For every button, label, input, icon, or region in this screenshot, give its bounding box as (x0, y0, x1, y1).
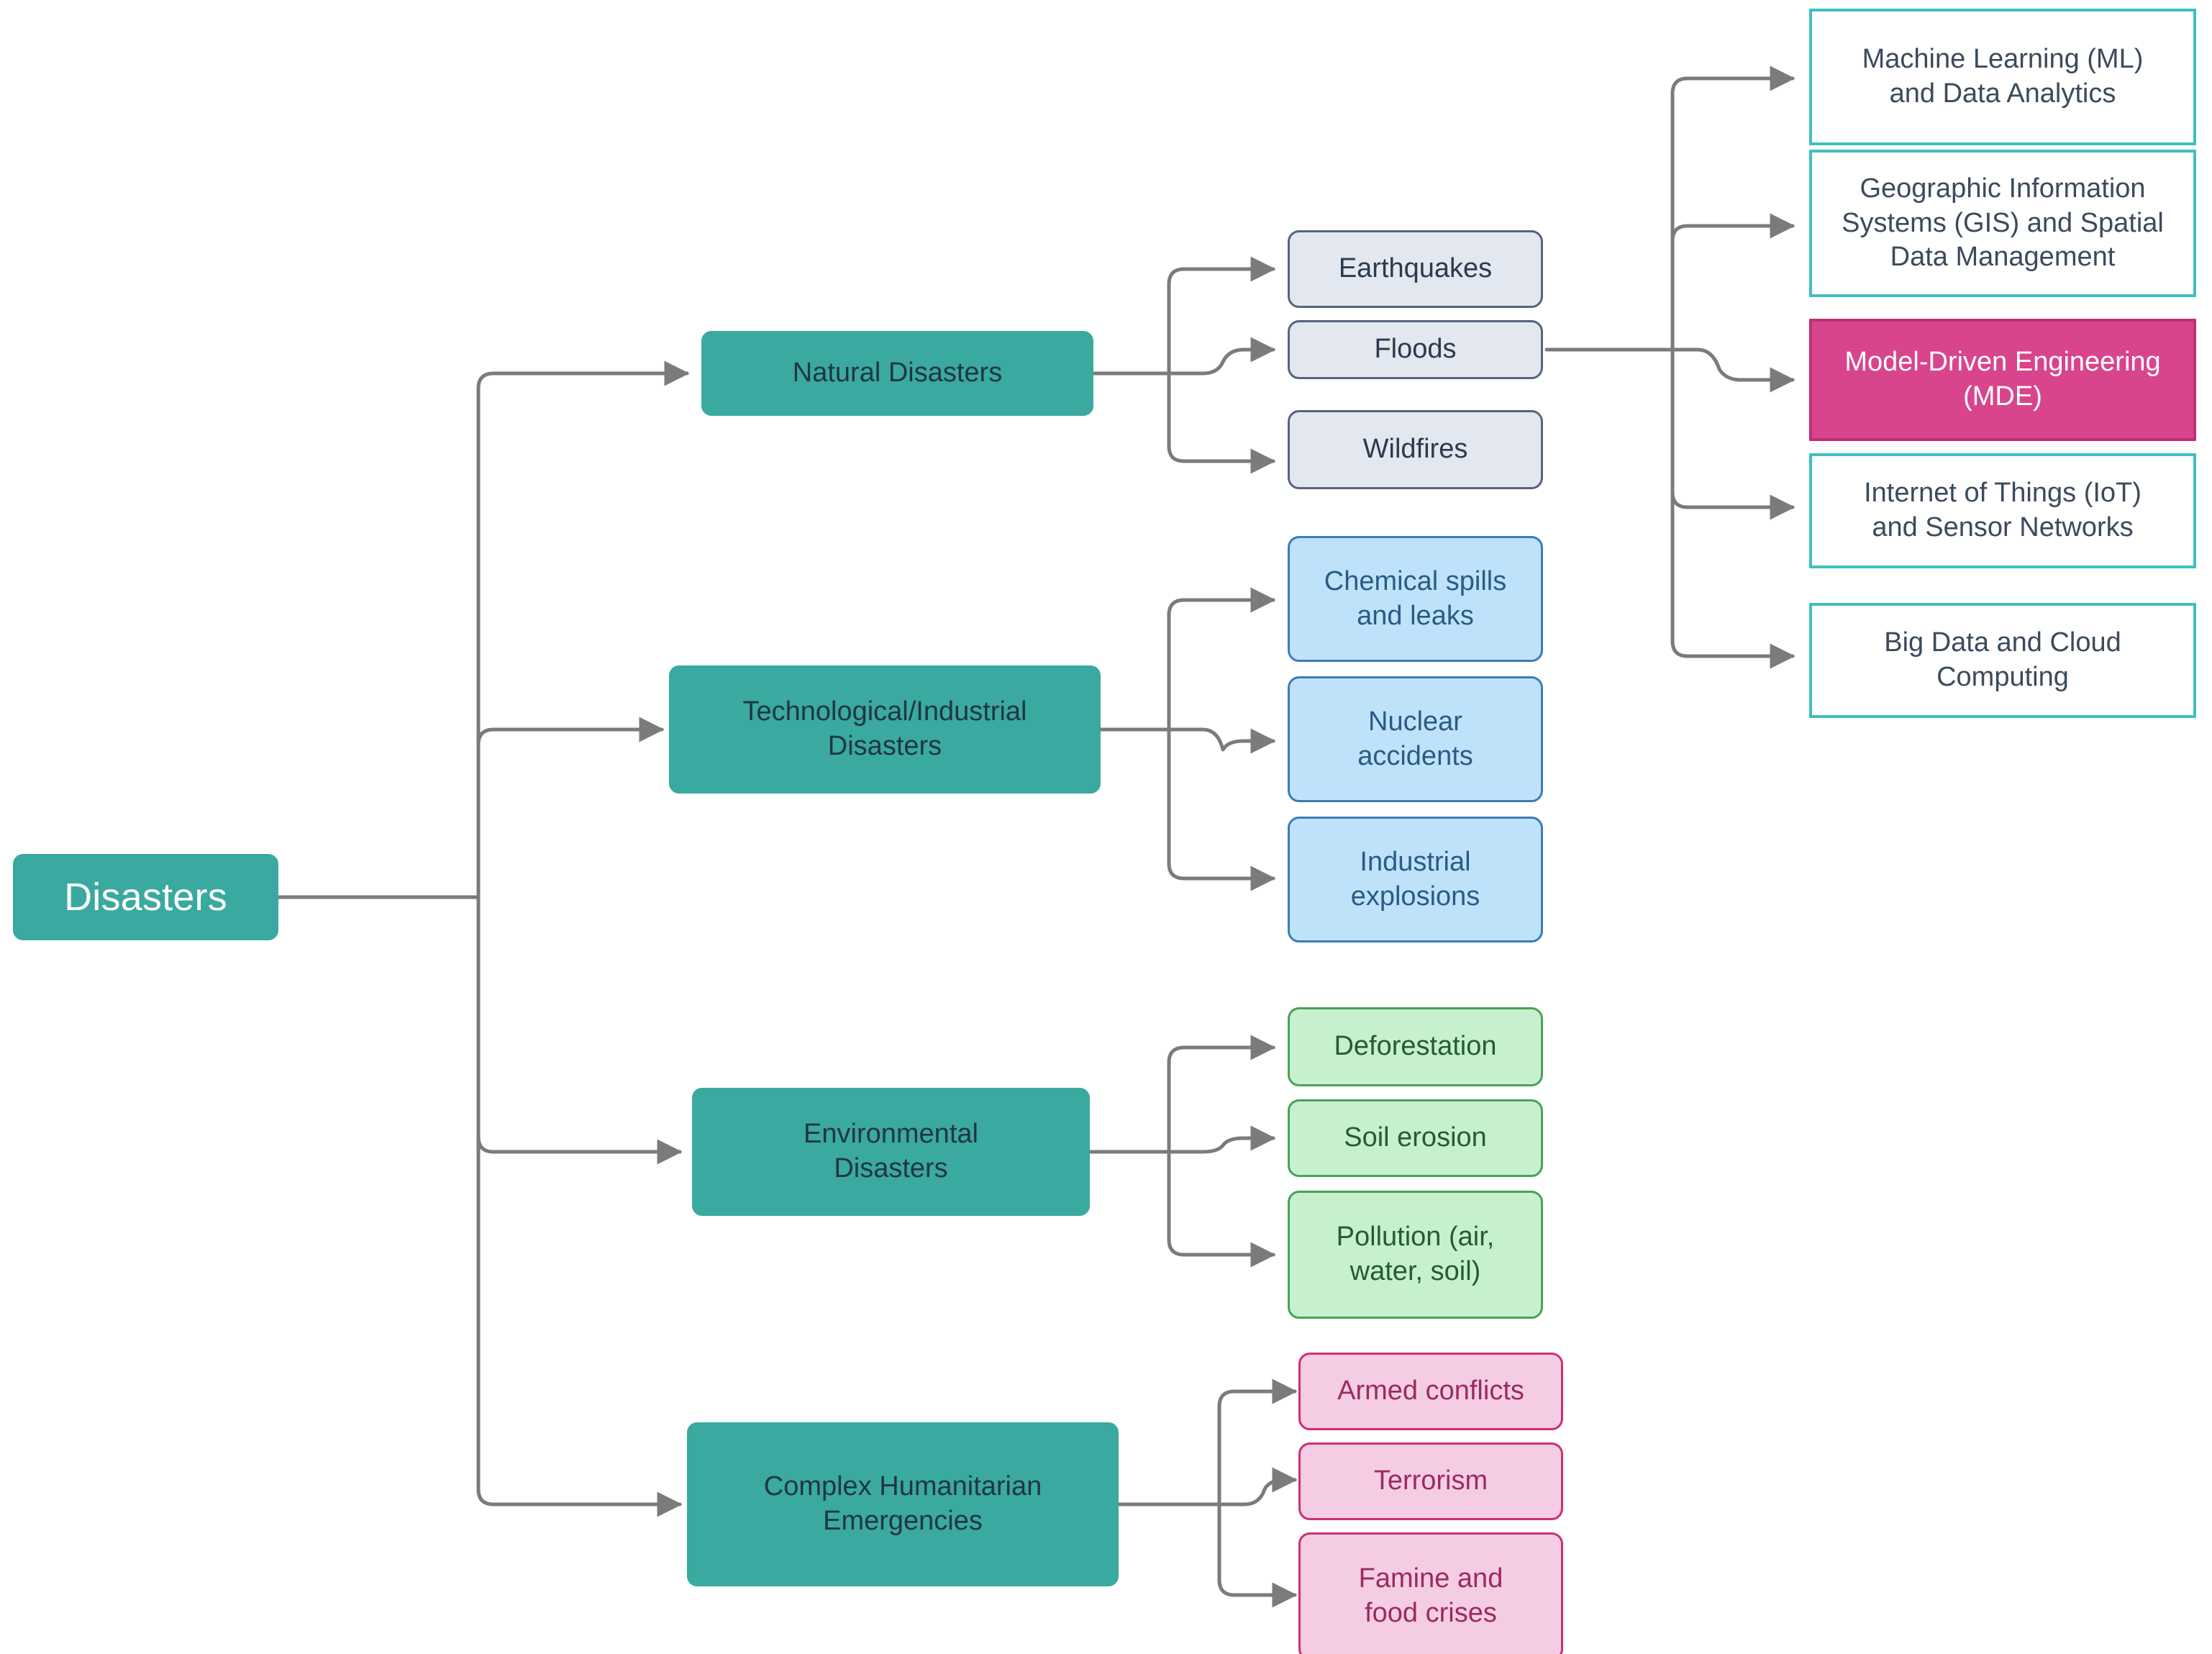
node-label: Famine and food crises (1358, 1563, 1503, 1628)
edge-tech-to-mde (1656, 347, 1795, 393)
node-leaf-famine-and-food-crises[interactable]: Famine and food crises (1298, 1532, 1563, 1654)
edge-root-to-natural (462, 360, 690, 899)
edge-technological-to-chemical (1152, 587, 1276, 732)
node-leaf-industrial-explosions[interactable]: Industrial explosions (1288, 817, 1543, 942)
node-label: Nuclear accidents (1357, 706, 1473, 771)
node-label: Wildfires (1362, 434, 1468, 465)
node-leaf-chemical-spills-and-leaks[interactable]: Chemical spills and leaks (1288, 536, 1543, 662)
node-leaf-soil-erosion[interactable]: Soil erosion (1288, 1099, 1543, 1177)
node-leaf-earthquakes[interactable]: Earthquakes (1288, 230, 1543, 308)
node-label: Armed conflicts (1337, 1376, 1524, 1407)
edge-humanitarian-to-terrorism (1203, 1467, 1298, 1507)
node-label: Complex Humanitarian Emergencies (763, 1471, 1042, 1536)
node-label: Floods (1374, 334, 1457, 365)
node-category-complex-humanitarian-emergencies[interactable]: Complex Humanitarian Emergencies (687, 1422, 1119, 1586)
diagram-canvas: Disasters Natural Disasters Technologica… (0, 0, 2212, 1654)
edge-root-to-humanitarian (462, 895, 683, 1517)
edge-environmental-to-deforestation (1152, 1035, 1276, 1154)
node-technology-big-data-cloud[interactable]: Big Data and Cloud Computing (1809, 603, 2196, 718)
node-category-technological-industrial-disasters[interactable]: Technological/Industrial Disasters (669, 665, 1101, 794)
node-category-environmental-disasters[interactable]: Environmental Disasters (692, 1088, 1090, 1216)
node-label: Model-Driven Engineering (MDE) (1844, 347, 2161, 412)
edge-tech-to-iot (1656, 347, 1795, 520)
node-label: Big Data and Cloud Computing (1884, 627, 2121, 692)
edge-environmental-to-soil (1152, 1125, 1276, 1154)
node-technology-machine-learning[interactable]: Machine Learning (ML) and Data Analytics (1809, 9, 2196, 145)
node-root-disasters[interactable]: Disasters (13, 854, 278, 940)
node-label: Machine Learning (ML) and Data Analytics (1862, 44, 2144, 109)
node-label: Natural Disasters (792, 358, 1003, 388)
node-label: Deforestation (1334, 1031, 1497, 1062)
edge-root-to-technological (462, 717, 665, 899)
node-label: Geographic Information Systems (GIS) and… (1842, 173, 2164, 273)
edge-humanitarian-to-armed (1203, 1378, 1298, 1507)
edge-tech-to-ml (1656, 65, 1795, 352)
edge-natural-to-earthquakes (1152, 256, 1276, 376)
node-leaf-terrorism[interactable]: Terrorism (1298, 1442, 1563, 1520)
edge-natural-to-floods (1152, 337, 1276, 376)
node-label: Industrial explosions (1350, 846, 1480, 912)
node-technology-gis[interactable]: Geographic Information Systems (GIS) and… (1809, 150, 2196, 297)
node-label: Pollution (air, water, soil) (1336, 1222, 1495, 1286)
edge-root-to-environmental (462, 895, 683, 1165)
edge-natural-to-wildfires (1152, 371, 1276, 474)
node-label: Disasters (64, 875, 227, 919)
node-leaf-armed-conflicts[interactable]: Armed conflicts (1298, 1353, 1563, 1430)
edge-tech-to-bigdata (1656, 347, 1795, 669)
node-label: Internet of Things (IoT) and Sensor Netw… (1864, 478, 2142, 542)
node-label: Chemical spills and leaks (1324, 565, 1507, 631)
node-leaf-wildfires[interactable]: Wildfires (1288, 410, 1543, 489)
edge-technological-to-industrial (1152, 727, 1276, 891)
node-leaf-floods[interactable]: Floods (1288, 320, 1543, 379)
node-label: Terrorism (1373, 1466, 1488, 1496)
edge-humanitarian-to-famine (1203, 1502, 1298, 1608)
edge-tech-to-gis (1656, 213, 1795, 352)
node-leaf-nuclear-accidents[interactable]: Nuclear accidents (1288, 676, 1543, 802)
node-leaf-pollution[interactable]: Pollution (air, water, soil) (1288, 1191, 1543, 1319)
edge-environmental-to-pollution (1152, 1150, 1276, 1268)
node-leaf-deforestation[interactable]: Deforestation (1288, 1007, 1543, 1086)
node-label: Environmental Disasters (804, 1119, 978, 1183)
node-label: Soil erosion (1344, 1122, 1487, 1153)
node-label: Earthquakes (1338, 253, 1493, 284)
node-technology-internet-of-things[interactable]: Internet of Things (IoT) and Sensor Netw… (1809, 453, 2196, 568)
node-technology-model-driven-engineering[interactable]: Model-Driven Engineering (MDE) (1809, 319, 2196, 441)
node-label: Technological/Industrial Disasters (742, 696, 1027, 761)
node-category-natural-disasters[interactable]: Natural Disasters (701, 331, 1093, 416)
edge-technological-to-nuclear (1152, 727, 1276, 754)
